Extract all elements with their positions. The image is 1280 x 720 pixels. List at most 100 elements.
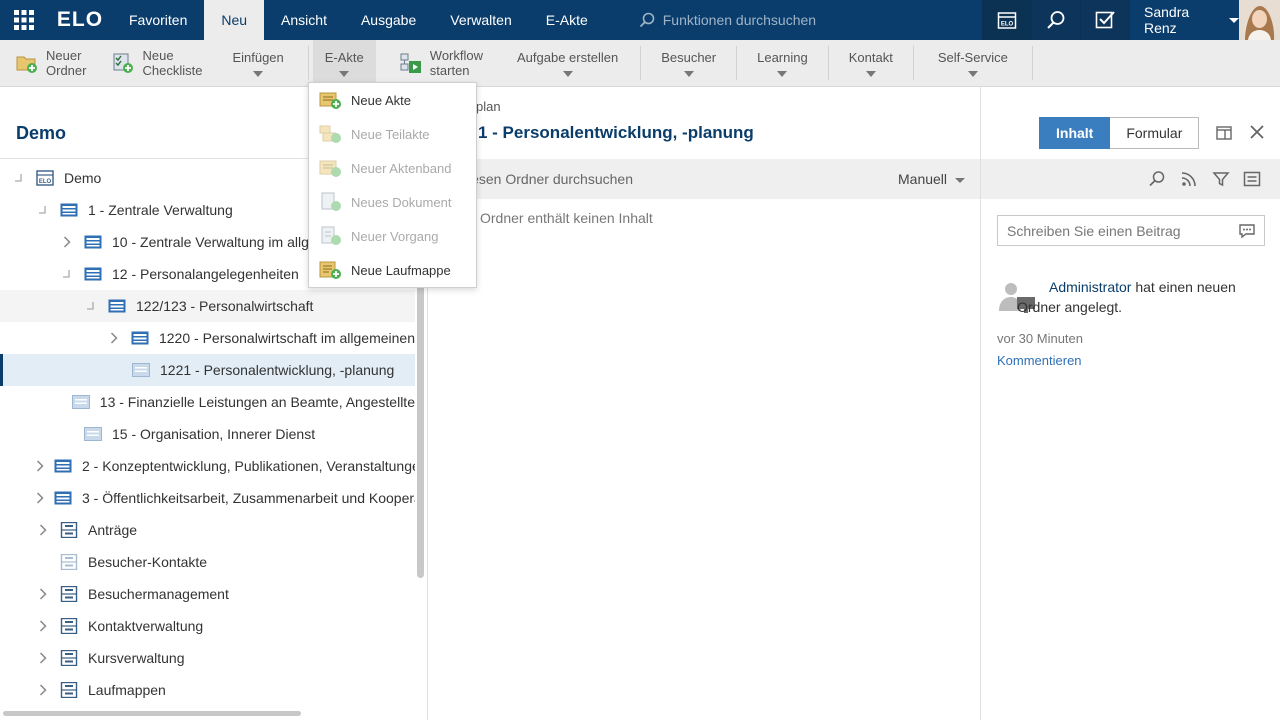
feed-icon[interactable] xyxy=(1180,170,1198,191)
list-view-icon[interactable] xyxy=(1243,170,1261,191)
chevron-right-icon[interactable] xyxy=(36,459,44,473)
tree-row[interactable]: 15 - Organisation, Innerer Dienst xyxy=(0,418,415,450)
tree-row-label: 1221 - Personalentwicklung, -planung xyxy=(160,362,395,378)
chevron-right-icon[interactable] xyxy=(36,619,50,633)
tree-row[interactable]: 3 - Öffentlichkeitsarbeit, Zusammenarbei… xyxy=(0,482,415,514)
menu-item-new-volume[interactable]: Neuer Aktenband xyxy=(309,151,476,185)
chevron-right-icon[interactable] xyxy=(36,651,50,665)
menu-item-new-process[interactable]: Neuer Vorgang xyxy=(309,219,476,253)
window-icon[interactable] xyxy=(1216,125,1232,144)
close-icon[interactable] xyxy=(1250,125,1264,142)
comment-link[interactable]: Kommentieren xyxy=(997,353,1082,368)
content-panel: plan 1 - Personalentwicklung, -planung i… xyxy=(428,87,1280,720)
cabinet-icon xyxy=(60,585,78,603)
tree-row-label: 3 - Öffentlichkeitsarbeit, Zusammenarbei… xyxy=(82,490,415,506)
tree-row[interactable]: 122/123 - Personalwirtschaft xyxy=(0,290,415,322)
tab-form[interactable]: Formular xyxy=(1110,117,1200,149)
avatar[interactable] xyxy=(1239,0,1280,40)
ribbon-divider xyxy=(1031,46,1033,80)
workflow-icon xyxy=(400,53,421,73)
tree-row[interactable]: 13 - Finanzielle Leistungen an Beamte, A… xyxy=(0,386,415,418)
tree-row[interactable]: Anträge xyxy=(0,514,415,546)
filter-icon[interactable] xyxy=(1212,170,1230,191)
menu-item-new-file[interactable]: Neue Akte xyxy=(309,83,476,117)
eakte-dropdown[interactable]: E-Akte xyxy=(312,40,376,86)
create-task-dropdown[interactable]: Aufgabe erstellen xyxy=(491,40,636,86)
chevron-down-icon xyxy=(683,70,694,77)
function-search[interactable]: Funktionen durchsuchen xyxy=(639,0,979,40)
tree-row[interactable]: Kursverwaltung xyxy=(0,642,415,674)
new-folder-label-1: Neuer xyxy=(46,48,82,63)
tree-row[interactable]: Besuchermanagement xyxy=(0,578,415,610)
menu-item-new-document[interactable]: Neues Dokument xyxy=(309,185,476,219)
chevron-right-icon[interactable] xyxy=(36,587,50,601)
tab-ansicht[interactable]: Ansicht xyxy=(264,0,344,40)
collapse-icon[interactable] xyxy=(60,267,74,281)
breadcrumb[interactable]: plan xyxy=(476,99,501,114)
tree-row[interactable]: 2 - Konzeptentwicklung, Publikationen, V… xyxy=(0,450,415,482)
tasks-checkbox-icon[interactable] xyxy=(1080,0,1129,40)
eakte-menu: Neue Akte Neue Teilakte Neuer Aktenband … xyxy=(308,82,477,288)
chevron-right-icon[interactable] xyxy=(60,235,74,249)
tree-row[interactable]: 1220 - Personalwirtschaft im allgemeinen xyxy=(0,322,415,354)
tab-neu[interactable]: Neu xyxy=(204,0,265,40)
tree-row-label: 1 - Zentrale Verwaltung xyxy=(88,202,233,218)
new-process-icon xyxy=(321,226,341,245)
new-folder-button[interactable]: Neuer Ordner xyxy=(0,40,94,86)
folder-search-input[interactable]: iesen Ordner durchsuchen xyxy=(468,171,633,187)
menu-label-new-volume: Neuer Aktenband xyxy=(351,160,452,176)
app-grid-icon[interactable] xyxy=(0,0,48,40)
collapse-icon[interactable] xyxy=(84,299,98,313)
feed-user-link[interactable]: Administrator xyxy=(1049,279,1131,295)
learning-dropdown[interactable]: Learning xyxy=(741,40,824,86)
chevron-down-icon xyxy=(865,70,876,77)
menu-label-new-file: Neue Akte xyxy=(351,92,411,108)
workflow-start-button[interactable]: Workflow starten xyxy=(376,40,491,86)
chevron-right-icon[interactable] xyxy=(36,683,50,697)
file-folder-icon xyxy=(84,234,102,250)
chevron-right-icon[interactable] xyxy=(36,491,44,505)
svg-text:ELO: ELO xyxy=(39,179,52,185)
tree-row[interactable]: Kontaktverwaltung xyxy=(0,610,415,642)
tab-verwalten[interactable]: Verwalten xyxy=(433,0,528,40)
menu-label-new-circulation-folder: Neue Laufmappe xyxy=(351,262,451,278)
tab-eakte[interactable]: E-Akte xyxy=(529,0,605,40)
elo-calendar-icon[interactable]: ELO xyxy=(982,0,1031,40)
ribbon-toolbar: Neuer Ordner Neue Checkliste Einfügen E-Ak… xyxy=(0,40,1280,87)
chevron-right-icon[interactable] xyxy=(36,523,50,537)
contact-dropdown[interactable]: Kontakt xyxy=(833,40,909,86)
tab-ausgabe[interactable]: Ausgabe xyxy=(344,0,433,40)
file-folder-icon xyxy=(54,458,72,474)
post-input[interactable]: Schreiben Sie einen Beitrag xyxy=(997,215,1265,246)
visitors-dropdown[interactable]: Besucher xyxy=(645,40,732,86)
eakte-label: E-Akte xyxy=(324,49,364,65)
cabinet-icon xyxy=(60,649,78,667)
search-icon[interactable] xyxy=(1031,0,1080,40)
speech-bubble-icon xyxy=(1239,224,1255,239)
horizontal-scrollbar[interactable] xyxy=(3,711,301,716)
sort-dropdown[interactable]: Manuell xyxy=(898,171,966,187)
search-icon[interactable] xyxy=(1148,170,1166,191)
chevron-down-icon xyxy=(253,70,264,77)
menu-label-new-process: Neuer Vorgang xyxy=(351,228,439,244)
menu-item-new-circulation-folder[interactable]: Neue Laufmappe xyxy=(309,253,476,287)
empty-state-text: Ordner enthält keinen Inhalt xyxy=(480,210,653,226)
insert-dropdown[interactable]: Einfügen xyxy=(210,40,303,86)
tree-row[interactable]: 1221 - Personalentwicklung, -planung xyxy=(0,354,415,386)
user-menu[interactable]: Sandra Renz xyxy=(1129,0,1239,40)
chevron-down-icon xyxy=(777,70,788,77)
file-folder-icon xyxy=(60,202,78,218)
collapse-icon[interactable] xyxy=(36,203,50,217)
chevron-right-icon[interactable] xyxy=(108,331,121,345)
insert-label: Einfügen xyxy=(232,49,284,65)
tab-content[interactable]: Inhalt xyxy=(1039,117,1111,149)
collapse-icon[interactable] xyxy=(12,171,26,185)
selfservice-dropdown[interactable]: Self-Service xyxy=(918,40,1028,86)
ribbon-divider xyxy=(736,46,738,80)
menu-item-new-subfile[interactable]: Neue Teilakte xyxy=(309,117,476,151)
new-checklist-button[interactable]: Neue Checkliste xyxy=(94,40,210,86)
sort-label: Manuell xyxy=(898,171,948,187)
tree-row[interactable]: Besucher-Kontakte xyxy=(0,546,415,578)
tree-row[interactable]: Laufmappen xyxy=(0,674,415,706)
tab-favoriten[interactable]: Favoriten xyxy=(112,0,204,40)
